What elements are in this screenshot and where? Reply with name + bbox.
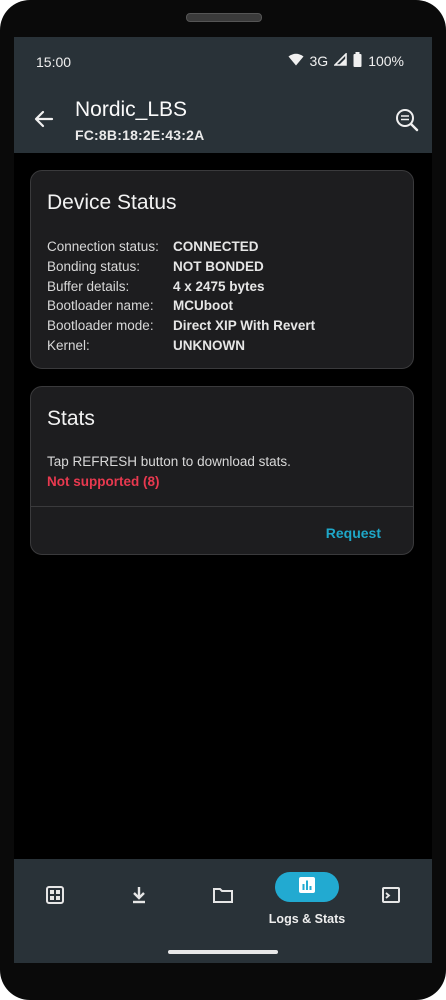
status-label: Buffer details: [47, 278, 130, 294]
folder-icon [212, 885, 234, 910]
status-label: Bonding status: [47, 258, 141, 274]
wifi-icon [288, 53, 304, 69]
status-value: Direct XIP With Revert [173, 318, 316, 334]
status-value: NOT BONDED [173, 258, 264, 274]
nav-item-device[interactable] [30, 882, 80, 912]
battery-icon [353, 52, 362, 70]
scan-search-icon[interactable] [394, 107, 420, 133]
status-value: MCUboot [173, 298, 233, 314]
device-address: FC:8B:18:2E:43:2A [75, 127, 205, 143]
stats-title: Stats [47, 407, 95, 430]
dashboard-icon [45, 885, 65, 910]
device-status-card: Device Status Connection status: CONNECTE… [30, 170, 414, 369]
device-status-list: Connection status: CONNECTED Bonding stat… [47, 237, 315, 356]
card-divider [31, 506, 413, 507]
device-name-title: Nordic_LBS [75, 98, 188, 121]
status-value: CONNECTED [173, 239, 259, 254]
bottom-navigation: Logs & Stats [14, 859, 432, 963]
nav-label-logs-stats: Logs & Stats [268, 912, 346, 926]
network-type: 3G [309, 53, 329, 69]
request-button[interactable]: Request [326, 525, 381, 541]
stats-error-text: Not supported (8) [47, 474, 160, 489]
status-value: UNKNOWN [173, 337, 245, 353]
status-row: Bootloader mode: Direct XIP With Revert [47, 316, 315, 336]
device-status-title: Device Status [47, 191, 177, 214]
speaker-grille [186, 13, 262, 22]
battery-percent: 100% [368, 53, 404, 69]
status-bar: 15:00 3G 100% [14, 37, 432, 85]
stats-card: Stats Tap REFRESH button to download sta… [30, 386, 414, 555]
nav-item-logs-stats[interactable] [275, 872, 339, 902]
status-value: 4 x 2475 bytes [173, 278, 265, 294]
status-row: Bootloader name: MCUboot [47, 296, 315, 316]
status-row: Buffer details: 4 x 2475 bytes [47, 277, 315, 297]
home-indicator[interactable] [168, 950, 278, 954]
system-icons: 3G 100% [288, 52, 404, 70]
status-row: Kernel: UNKNOWN [47, 336, 315, 356]
nav-item-files[interactable] [198, 882, 248, 912]
status-label: Bootloader name: [47, 298, 154, 314]
download-icon [129, 885, 149, 910]
status-label: Kernel: [47, 337, 90, 353]
phone-frame: 15:00 3G 100% Nordic_LBS FC:8B:18:2E:43:… [0, 0, 446, 1000]
status-row: Bonding status: NOT BONDED [47, 257, 315, 277]
signal-icon [333, 52, 347, 69]
screen: 15:00 3G 100% Nordic_LBS FC:8B:18:2E:43:… [14, 37, 432, 963]
status-row: Connection status: CONNECTED [47, 237, 315, 257]
stats-description: Tap REFRESH button to download stats. [47, 454, 291, 469]
nav-item-shell[interactable] [366, 882, 416, 912]
status-label: Connection status: [47, 239, 159, 254]
status-label: Bootloader mode: [47, 318, 154, 334]
bar-chart-icon [298, 876, 316, 899]
status-time: 15:00 [36, 54, 72, 70]
terminal-icon [381, 885, 401, 910]
nav-item-upload[interactable] [114, 882, 164, 912]
app-bar: Nordic_LBS FC:8B:18:2E:43:2A [14, 85, 432, 153]
back-arrow-icon[interactable] [32, 107, 56, 131]
